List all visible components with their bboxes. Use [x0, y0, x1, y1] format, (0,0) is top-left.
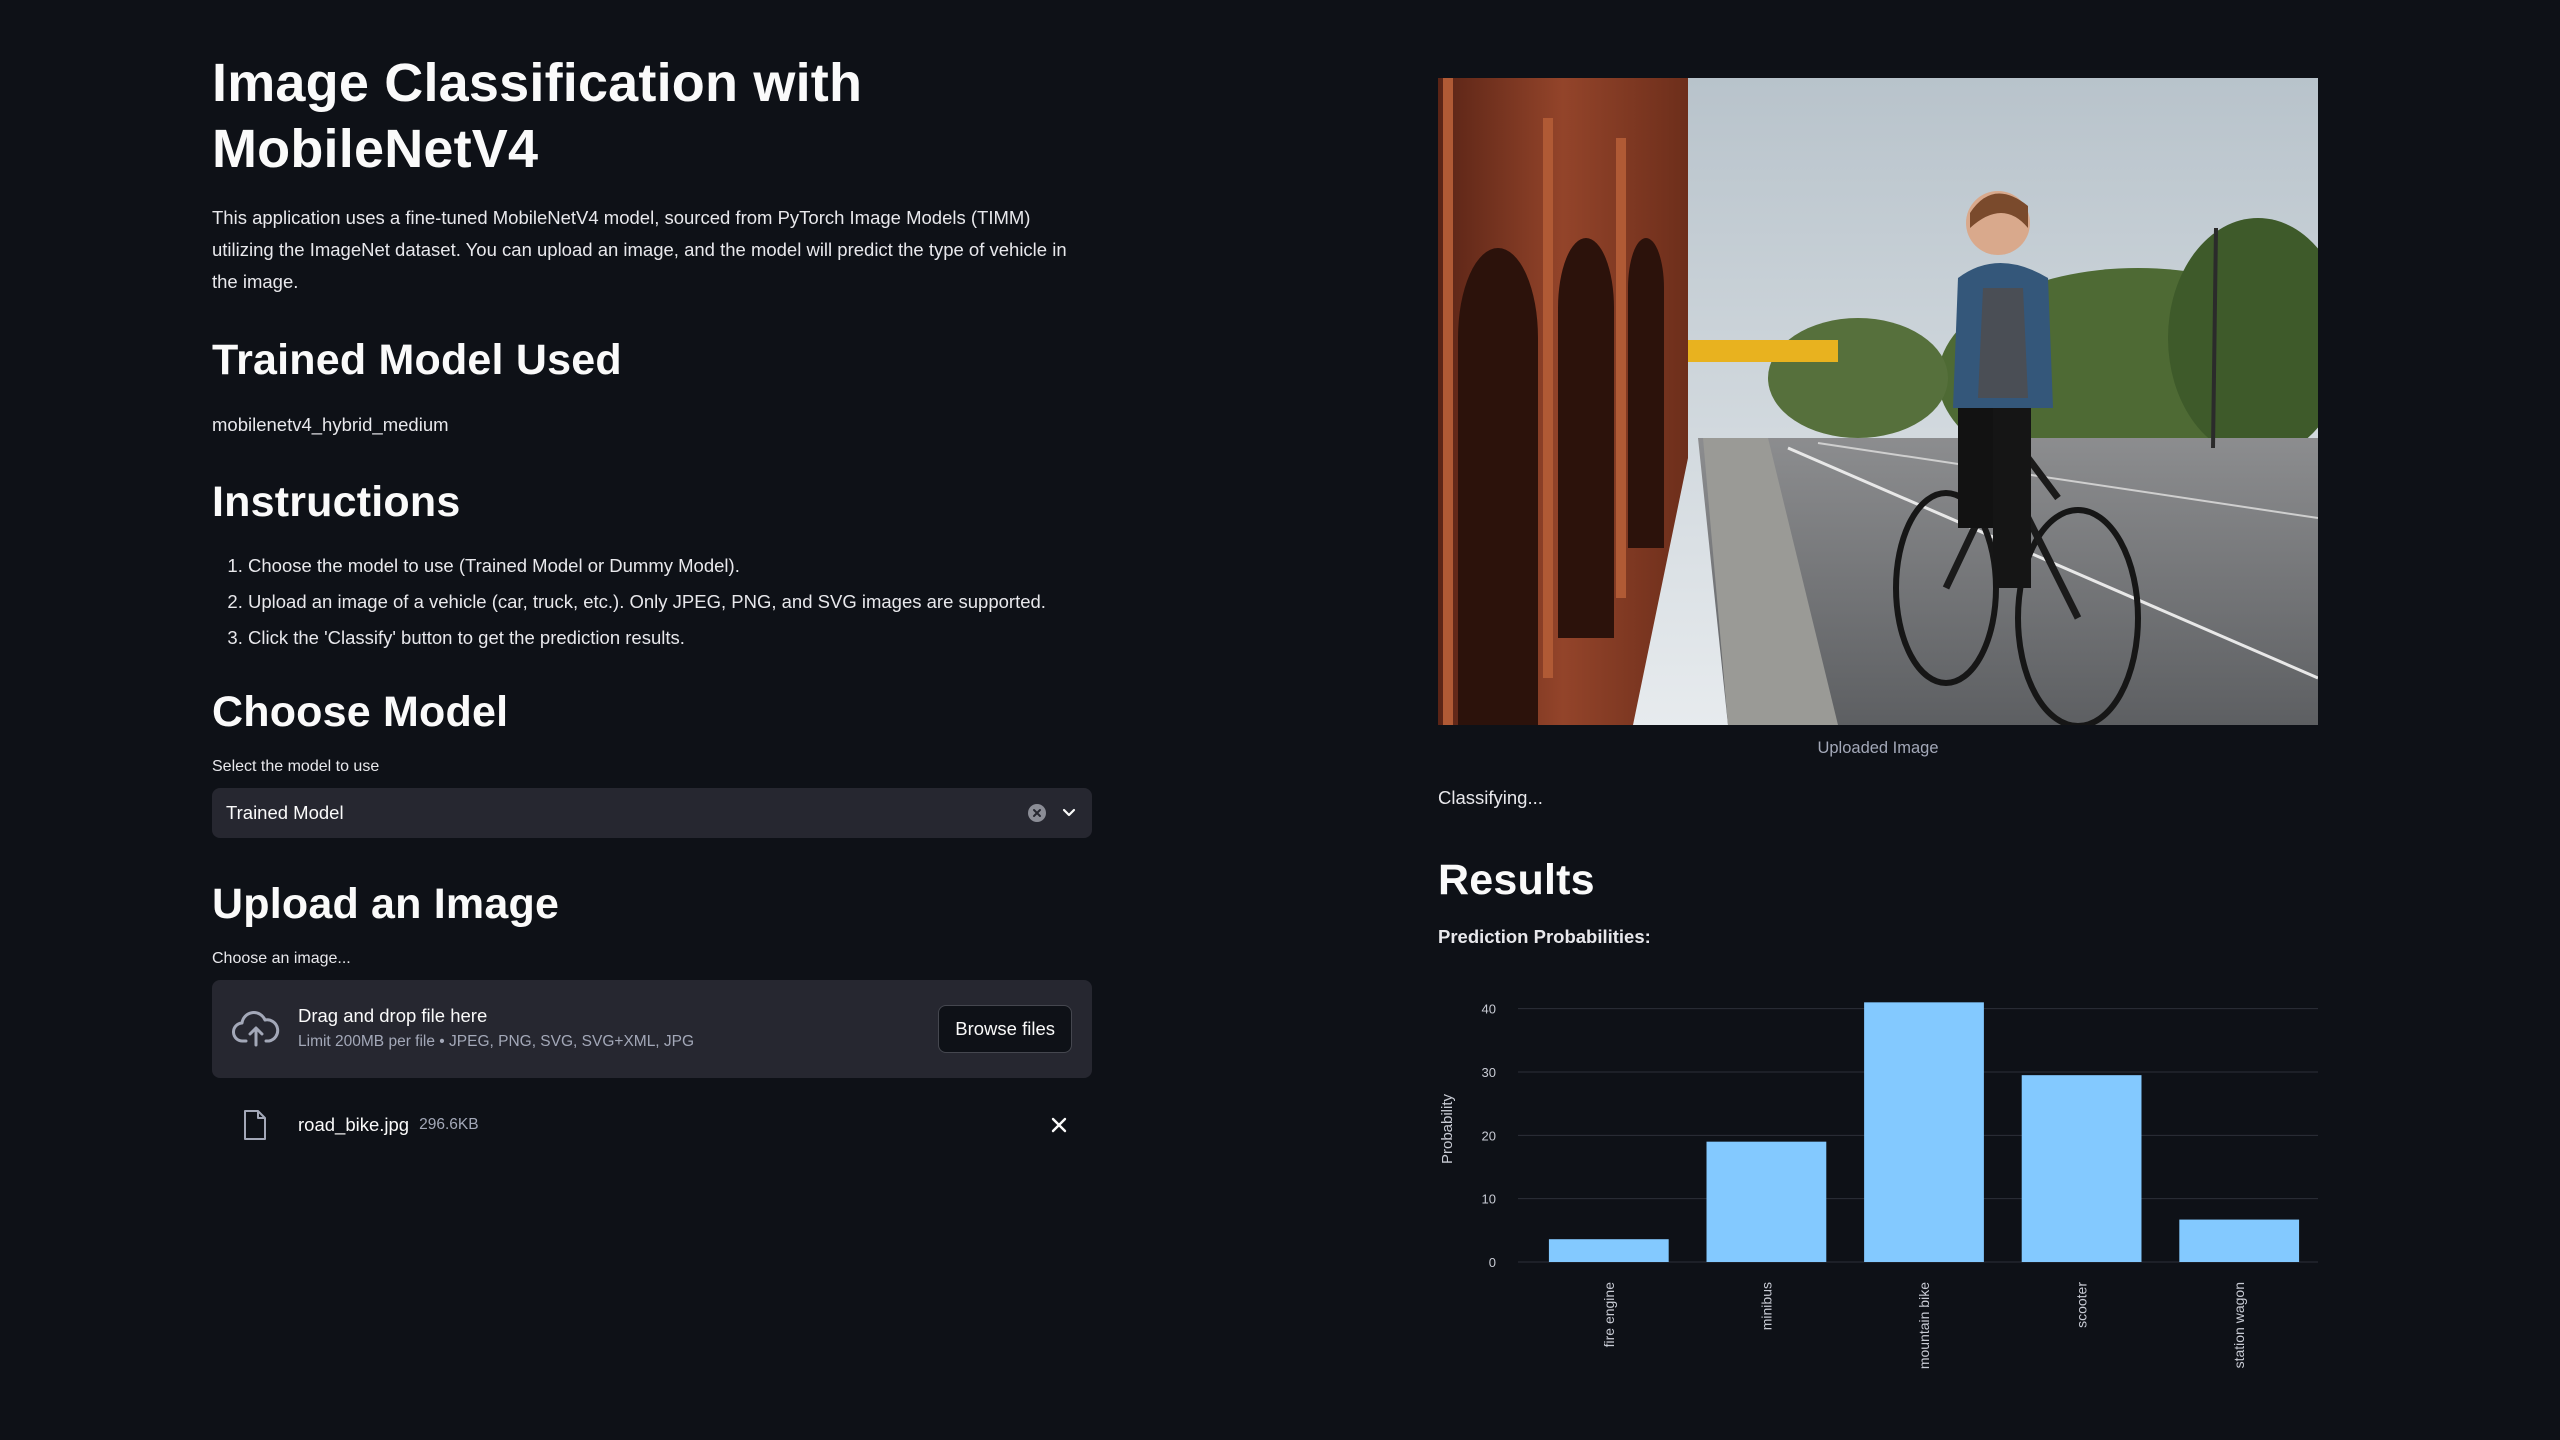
file-icon [244, 1110, 266, 1140]
instruction-step: Choose the model to use (Trained Model o… [248, 548, 1092, 584]
x-tick-label: fire engine [1601, 1282, 1617, 1348]
trained-model-name: mobilenetv4_hybrid_medium [212, 414, 449, 435]
upload-heading: Upload an Image [212, 880, 560, 928]
instruction-step: Upload an image of a vehicle (car, truck… [248, 584, 1092, 620]
page-title: Image Classification with MobileNetV4 [212, 53, 863, 179]
x-tick-label: mountain bike [1916, 1282, 1932, 1369]
uploaded-file-name: road_bike.jpg [298, 1114, 410, 1135]
classification-status: Classifying... [1438, 787, 1543, 808]
uploaded-file-size: 296.6KB [419, 1116, 479, 1133]
y-tick-label: 0 [1489, 1255, 1496, 1270]
x-tick-label: minibus [1758, 1282, 1774, 1330]
y-tick-label: 20 [1482, 1128, 1496, 1143]
instructions-list: Choose the model to use (Trained Model o… [212, 548, 1092, 656]
results-heading: Results [1438, 856, 1595, 904]
remove-file-icon[interactable] [1048, 1114, 1070, 1136]
choose-model-heading: Choose Model [212, 688, 509, 736]
app-description: This application uses a fine-tuned Mobil… [212, 207, 1067, 292]
y-tick-label: 40 [1482, 1002, 1496, 1017]
file-dropzone[interactable]: Drag and drop file here Limit 200MB per … [212, 980, 1092, 1078]
select-label: Select the model to use [212, 758, 380, 775]
instructions-heading: Instructions [212, 478, 461, 526]
dropzone-limits: Limit 200MB per file • JPEG, PNG, SVG, S… [298, 1033, 695, 1050]
left-column: Image Classification with MobileNetV4 Th… [212, 50, 1092, 1152]
x-tick-label: scooter [2074, 1282, 2090, 1328]
x-tick-label: station wagon [2231, 1282, 2247, 1368]
probability-bar-chart: 0 10 20 30 40 Probability fire engine minibus mo… [1439, 1002, 2318, 1369]
model-select[interactable]: Trained Model [212, 788, 1092, 838]
y-tick-label: 10 [1482, 1192, 1496, 1207]
instruction-step: Click the 'Classify' button to get the p… [248, 620, 1092, 656]
image-caption: Uploaded Image [1817, 739, 1939, 757]
file-uploader-label: Choose an image... [212, 950, 351, 967]
prediction-probabilities-label: Prediction Probabilities: [1438, 926, 1651, 947]
y-axis-label: Probability [1439, 1093, 1456, 1164]
y-tick-label: 30 [1482, 1065, 1496, 1080]
uploaded-image [1438, 78, 2318, 725]
bar [1548, 1239, 1669, 1262]
trained-model-heading: Trained Model Used [212, 336, 622, 384]
bar [1706, 1141, 1827, 1262]
chevron-down-icon[interactable] [1060, 804, 1078, 822]
cloud-upload-icon [232, 1011, 280, 1047]
browse-files-button[interactable]: Browse files [938, 1005, 1072, 1053]
bar [2179, 1219, 2300, 1262]
right-column: Uploaded Image Classifying... Results Pr… [1438, 78, 2318, 1376]
bar [1864, 1002, 1984, 1262]
dropzone-instruction: Drag and drop file here [298, 1005, 488, 1026]
model-select-value: Trained Model [226, 802, 344, 823]
uploaded-file-row: road_bike.jpg 296.6KB [212, 1098, 1092, 1152]
clear-selection-icon[interactable] [1028, 804, 1046, 822]
bar [2021, 1075, 2142, 1262]
